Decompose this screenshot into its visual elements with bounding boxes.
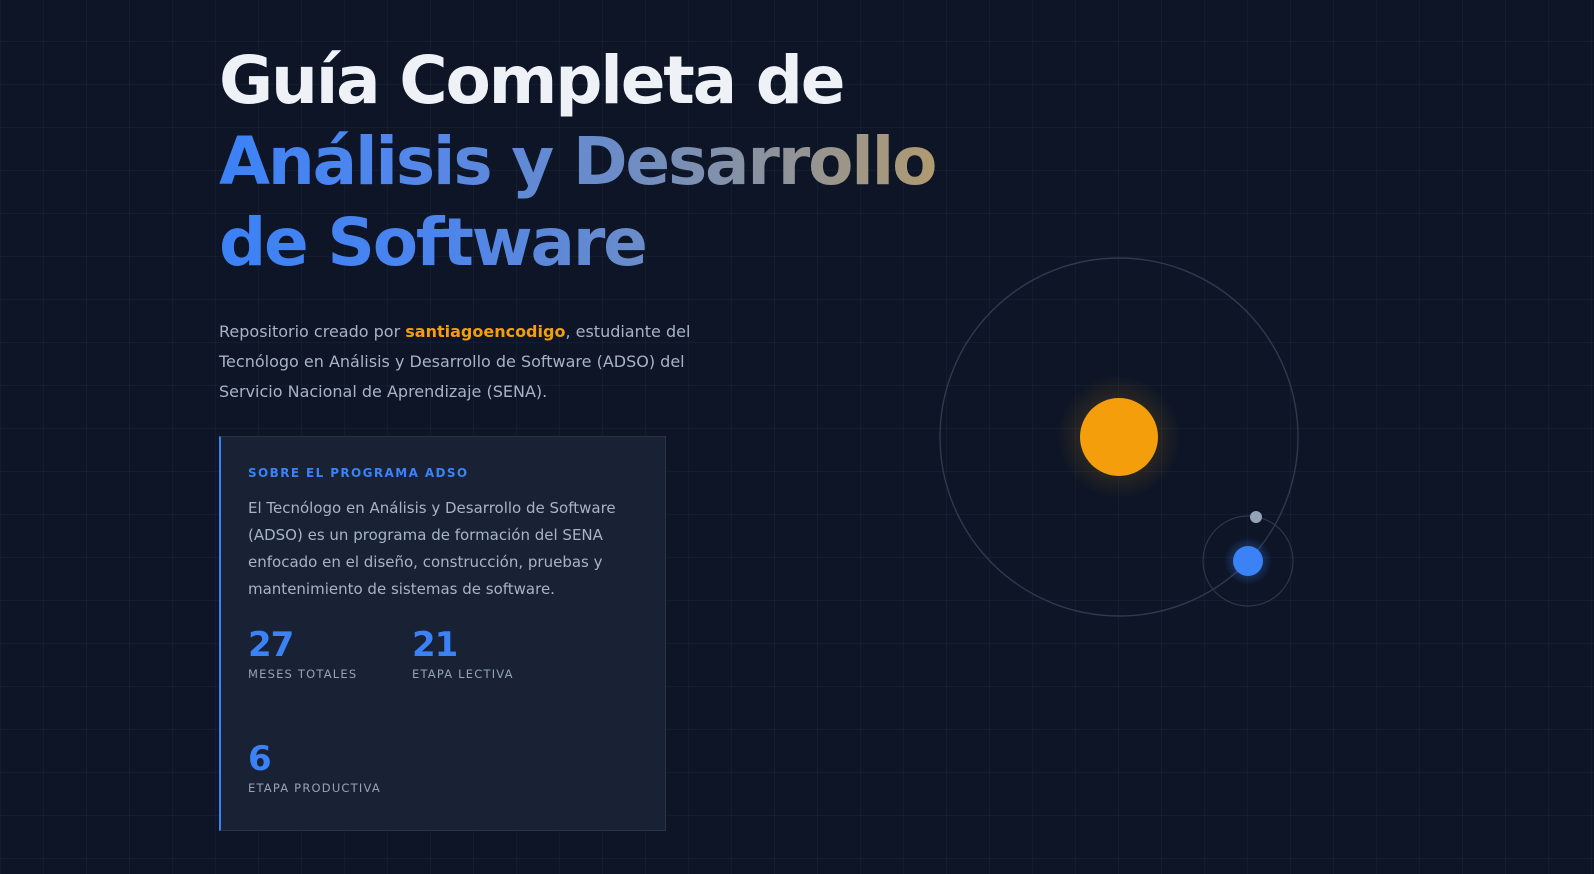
orbit-illustration xyxy=(930,252,1300,622)
stat-label: ETAPA LECTIVA xyxy=(412,667,514,681)
stat-value: 21 xyxy=(412,625,458,665)
stat-value: 27 xyxy=(248,625,294,665)
stat-total-months: 27 MESES TOTALES xyxy=(248,625,357,681)
stat-lective-stage: 21 ETAPA LECTIVA xyxy=(412,625,514,681)
intro-paragraph: Repositorio creado por santiagoencodigo,… xyxy=(219,317,719,407)
sun-icon xyxy=(1080,398,1158,476)
stat-label: ETAPA PRODUCTIVA xyxy=(248,781,381,795)
title-line-2: Análisis y Desarrollo xyxy=(219,123,937,200)
page-title: Guía Completa de Análisis y Desarrollo d… xyxy=(219,40,939,283)
title-line-3: de Software xyxy=(219,204,648,281)
card-description: El Tecnólogo en Análisis y Desarrollo de… xyxy=(248,499,616,598)
stat-label: MESES TOTALES xyxy=(248,667,358,681)
moon-icon xyxy=(1250,511,1262,523)
stat-productive-stage: 6 ETAPA PRODUCTIVA xyxy=(248,739,381,795)
hero-section: Guía Completa de Análisis y Desarrollo d… xyxy=(219,40,939,407)
card-label: SOBRE EL PROGRAMA ADSO xyxy=(248,466,469,480)
planet-icon xyxy=(1233,546,1263,576)
program-info-card: SOBRE EL PROGRAMA ADSO El Tecnólogo en A… xyxy=(219,436,666,831)
orbit-svg xyxy=(939,257,1299,617)
stat-value: 6 xyxy=(248,739,272,779)
title-line-1: Guía Completa de xyxy=(219,42,846,119)
intro-prefix: Repositorio creado por xyxy=(219,322,406,341)
author-link[interactable]: santiagoencodigo xyxy=(405,322,565,341)
